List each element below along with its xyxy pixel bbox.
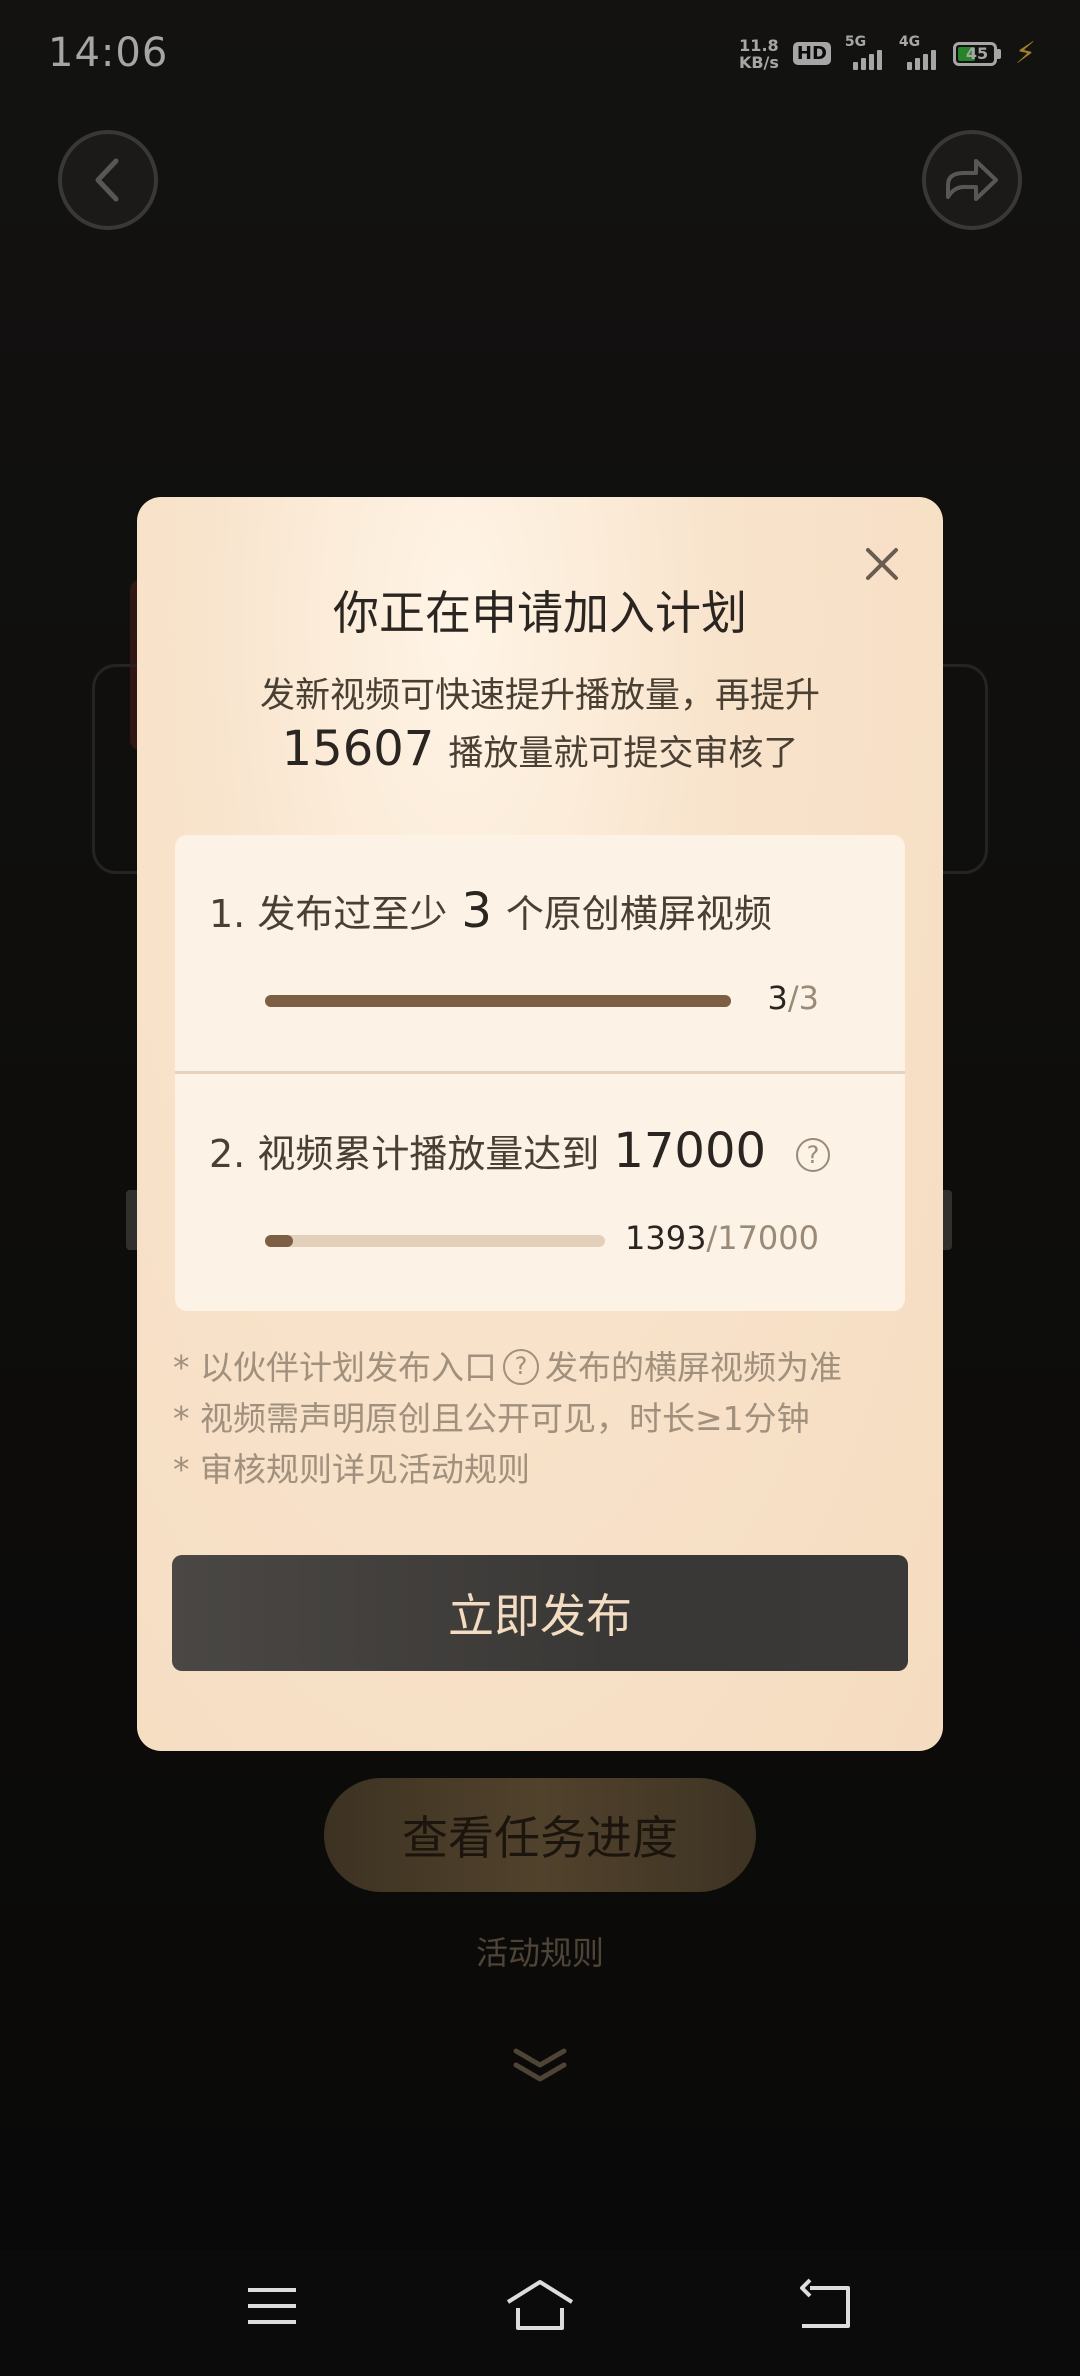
- note-line: * 审核规则详见活动规则: [173, 1450, 530, 1489]
- progress-count: 3/3: [767, 979, 820, 1017]
- modal-subtitle: 发新视频可快速提升播放量，再提升: [259, 676, 820, 716]
- nav-back-button[interactable]: [796, 2278, 852, 2338]
- task-suffix: 个原创横屏视频: [505, 892, 772, 936]
- progress-count: 1393/17000: [624, 1219, 819, 1257]
- home-icon: [506, 2280, 574, 2330]
- note-line: * 以伙伴计划发布入口? 发布的横屏视频为准: [173, 1342, 913, 1393]
- task-prefix: 2. 视频累计播放量达到: [209, 1132, 600, 1176]
- question-circle-icon[interactable]: ?: [503, 1348, 539, 1385]
- task-prefix: 1. 发布过至少: [209, 892, 448, 936]
- progress-total: 17000: [717, 1219, 819, 1257]
- progress-fill: [265, 1235, 293, 1247]
- nav-menu-button[interactable]: [244, 2278, 300, 2338]
- progress-bar: [265, 995, 731, 1007]
- notes: * 以伙伴计划发布入口? 发布的横屏视频为准 * 视频需声明原创且公开可见，时长≥…: [173, 1342, 913, 1495]
- remaining-views-count: 15607: [281, 721, 435, 777]
- join-plan-modal: 你正在申请加入计划 发新视频可快速提升播放量，再提升 15607 播放量就可提交审…: [137, 497, 943, 1751]
- note-text: 发布的横屏视频为准: [545, 1348, 842, 1387]
- progress-current: 1393: [624, 1219, 707, 1257]
- task-list: 1. 发布过至少 3 个原创横屏视频 3/3 2. 视频累计播放量达到 1700…: [175, 835, 905, 1311]
- back-icon: [800, 2278, 850, 2328]
- modal-subtitle-rest: 播放量就可提交审核了: [448, 734, 799, 774]
- screen: 14:06 11.8 KB/s HD 5G 4G 45 ⚡ 查看任务进度 活动规…: [0, 0, 1080, 2376]
- nav-home-button[interactable]: [504, 2278, 576, 2338]
- menu-icon: [248, 2288, 296, 2324]
- task-title: 1. 发布过至少 3 个原创横屏视频: [209, 883, 772, 939]
- question-circle-icon[interactable]: ?: [796, 1138, 831, 1172]
- progress-fill: [265, 995, 731, 1007]
- note-text: * 以伙伴计划发布入口: [173, 1348, 497, 1387]
- task-target-number: 3: [461, 883, 492, 939]
- task-title: 2. 视频累计播放量达到 17000 ?: [209, 1123, 831, 1179]
- modal-subtitle-line2: 15607 播放量就可提交审核了: [137, 721, 943, 777]
- progress-current: 3: [767, 979, 788, 1017]
- publish-now-button[interactable]: 立即发布: [172, 1555, 908, 1671]
- note-line: * 视频需声明原创且公开可见，时长≥1分钟: [173, 1399, 810, 1438]
- task-target-number: 17000: [613, 1123, 767, 1179]
- task-item: 2. 视频累计播放量达到 17000 ? 1393/17000: [175, 1075, 905, 1311]
- navigation-bar: [0, 2250, 1080, 2376]
- progress-bar: [265, 1235, 605, 1247]
- task-divider: [175, 1071, 905, 1074]
- modal-title: 你正在申请加入计划: [333, 586, 747, 640]
- progress-total: 3: [798, 979, 819, 1017]
- task-item: 1. 发布过至少 3 个原创横屏视频 3/3: [175, 835, 905, 1071]
